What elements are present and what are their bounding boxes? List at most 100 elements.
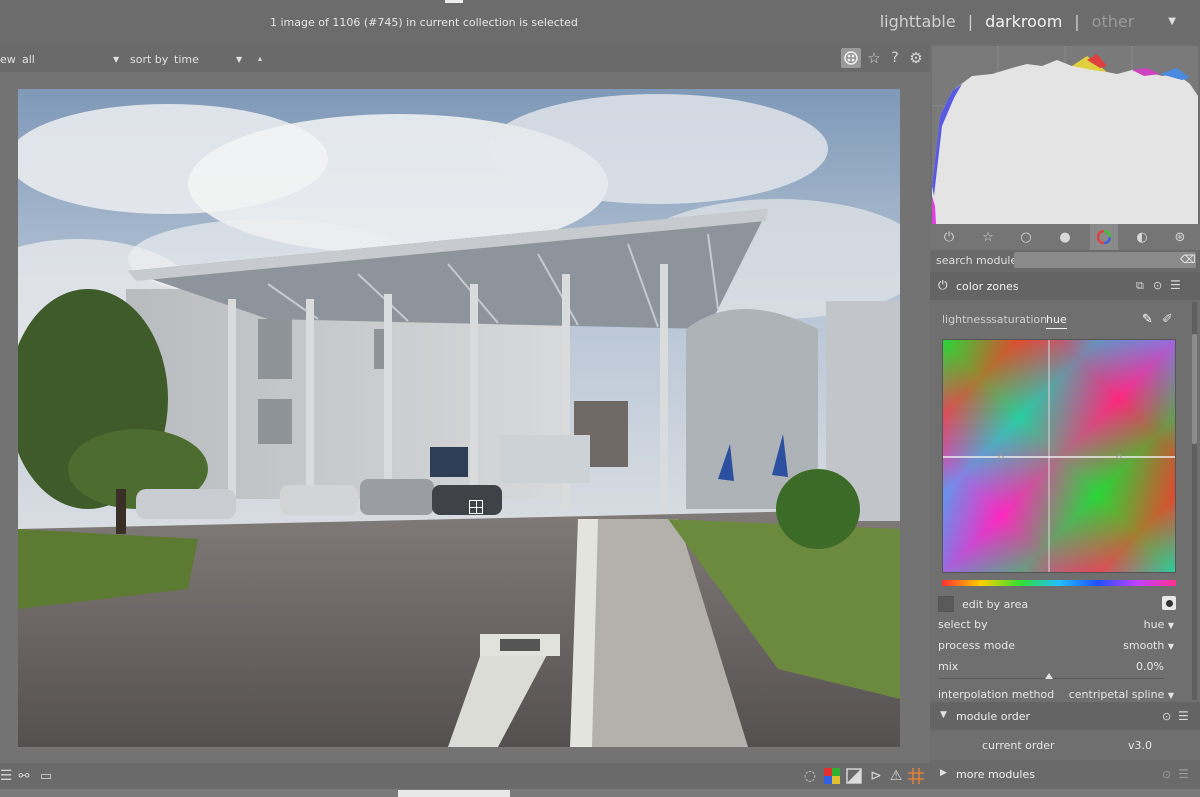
presets-icon[interactable]: ☰ bbox=[1178, 767, 1189, 781]
select-by-label: select by bbox=[938, 618, 988, 631]
more-modules-header[interactable]: ▶ more modules ⊙ ☰ bbox=[930, 760, 1200, 789]
module-group-tabs: ⏻ ☆ ○ ● ◐ ⊛ bbox=[930, 224, 1200, 250]
search-module-label: search module bbox=[936, 254, 1018, 267]
interpolation-label: interpolation method bbox=[938, 688, 1055, 701]
view-lighttable[interactable]: lighttable bbox=[880, 12, 956, 31]
view-separator: | bbox=[1074, 12, 1080, 31]
more-modules-title: more modules bbox=[956, 768, 1035, 781]
filmstrip-edge bbox=[0, 789, 1200, 797]
gear-icon[interactable]: ⚙ bbox=[906, 48, 926, 68]
select-by-row[interactable]: select by hue ▼ bbox=[938, 618, 1174, 631]
darktable-window: 1 image of 1106 (#745) in current collec… bbox=[0, 0, 1200, 797]
mix-value: 0.0% bbox=[1136, 660, 1164, 673]
chevron-down-icon[interactable]: ▼ bbox=[113, 55, 119, 64]
edit-by-area-checkbox[interactable] bbox=[938, 596, 954, 612]
current-order-row: current order v3.0 bbox=[930, 730, 1200, 760]
chevron-down-icon: ▼ bbox=[1167, 642, 1174, 651]
chevron-down-icon[interactable]: ▼ bbox=[236, 55, 242, 64]
star-icon[interactable]: ☆ bbox=[979, 228, 997, 246]
multi-instance-icon[interactable]: ⧉ bbox=[1136, 279, 1144, 293]
select-by-value[interactable]: hue ▼ bbox=[1144, 618, 1174, 631]
mix-slider-handle[interactable] bbox=[1045, 673, 1053, 679]
circle-icon[interactable]: ○ bbox=[1017, 228, 1035, 246]
chevron-down-icon[interactable]: ▼ bbox=[1168, 16, 1176, 27]
help-icon[interactable]: ? bbox=[885, 48, 905, 68]
presets-icon[interactable]: ☰ bbox=[1170, 278, 1181, 292]
histogram-plot bbox=[932, 46, 1198, 224]
right-panel: ⏻ ☆ ○ ● ◐ ⊛ search module ⌫ ⏻ color zone… bbox=[930, 44, 1200, 789]
show-mask-toggle[interactable] bbox=[1162, 596, 1176, 610]
sphere-icon[interactable]: ● bbox=[1056, 228, 1074, 246]
chevron-down-icon: ▼ bbox=[1167, 691, 1174, 700]
clear-icon[interactable]: ⌫ bbox=[1180, 253, 1196, 266]
view-filter-value[interactable]: all bbox=[22, 53, 35, 66]
chevron-down-icon[interactable]: ▼ bbox=[940, 710, 947, 720]
reset-icon[interactable]: ⊙ bbox=[1162, 768, 1171, 781]
hue-curve-graph[interactable] bbox=[942, 339, 1176, 573]
styles-icon[interactable]: ⚯ bbox=[14, 766, 34, 786]
presets-icon[interactable]: ☰ bbox=[1178, 709, 1189, 723]
edit-by-area-label: edit by area bbox=[962, 598, 1029, 611]
tab-hue[interactable]: hue bbox=[1046, 313, 1067, 329]
process-mode-value[interactable]: smooth ▼ bbox=[1123, 639, 1174, 652]
process-mode-label: process mode bbox=[938, 639, 1015, 652]
view-filter-label: ew bbox=[0, 53, 16, 66]
top-header: 1 image of 1106 (#745) in current collec… bbox=[0, 0, 1200, 44]
reset-icon[interactable]: ⊙ bbox=[1153, 279, 1162, 292]
guides-icon[interactable] bbox=[906, 766, 926, 786]
hue-gradient bbox=[943, 340, 1175, 572]
histogram[interactable] bbox=[932, 46, 1198, 224]
module-order-header[interactable]: ▼ module order ⊙ ☰ bbox=[930, 702, 1200, 730]
color-assess-icon[interactable] bbox=[822, 766, 842, 786]
softproof-icon[interactable] bbox=[844, 766, 864, 786]
view-switcher: lighttable | darkroom | other ▼ bbox=[880, 12, 1176, 31]
contrast-icon[interactable]: ◐ bbox=[1133, 228, 1151, 246]
focus-peaking-icon[interactable] bbox=[841, 48, 861, 68]
mix-label: mix bbox=[938, 660, 959, 673]
sort-label: sort by bbox=[130, 53, 169, 66]
sort-value[interactable]: time bbox=[174, 53, 199, 66]
chevron-right-icon[interactable]: ▶ bbox=[940, 768, 947, 778]
module-title: color zones bbox=[956, 280, 1019, 293]
current-order-value: v3.0 bbox=[1128, 739, 1153, 752]
color-zones-header[interactable]: ⏻ color zones ⧉ ⊙ ☰ bbox=[930, 272, 1200, 300]
area-picker-icon[interactable]: ✐ bbox=[1162, 312, 1173, 327]
process-mode-row[interactable]: process mode smooth ▼ bbox=[938, 639, 1174, 652]
interpolation-row[interactable]: interpolation method centripetal spline … bbox=[938, 688, 1174, 701]
lens-icon[interactable]: ⊛ bbox=[1171, 228, 1189, 246]
color-picker-icon[interactable]: ✎ bbox=[1142, 312, 1153, 327]
current-order-label: current order bbox=[982, 739, 1055, 752]
bottom-toolbar: ☰ ⚯ ▭ ◌ ⊳ ⚠ bbox=[0, 763, 930, 789]
top-panel-toggle[interactable] bbox=[445, 0, 463, 3]
gamut-icon[interactable]: ⊳ bbox=[866, 766, 886, 786]
photo-preview[interactable] bbox=[18, 89, 900, 747]
reset-icon[interactable]: ⊙ bbox=[1162, 710, 1171, 723]
selection-status: 1 image of 1106 (#745) in current collec… bbox=[270, 16, 578, 29]
warning-icon[interactable]: ⚠ bbox=[886, 766, 906, 786]
photo-image bbox=[18, 89, 900, 747]
view-other[interactable]: other bbox=[1092, 12, 1135, 31]
color-wheel-icon[interactable] bbox=[1090, 224, 1118, 250]
search-module-row: search module ⌫ bbox=[930, 250, 1200, 272]
hue-strip bbox=[942, 580, 1176, 586]
power-icon[interactable]: ⏻ bbox=[940, 228, 958, 246]
filter-bar: ew all ▼ sort by time ▼ ▴ ☆ ? ⚙ bbox=[0, 44, 930, 72]
tab-saturation[interactable]: saturation bbox=[991, 313, 1047, 326]
power-icon[interactable]: ⏻ bbox=[938, 278, 948, 293]
mix-slider-row[interactable]: mix 0.0% bbox=[938, 660, 1174, 673]
view-darkroom[interactable]: darkroom bbox=[985, 12, 1062, 31]
color-zones-body: lightness saturation hue ✎ ✐ edit by are… bbox=[930, 300, 1190, 702]
sort-order-toggle[interactable]: ▴ bbox=[258, 54, 262, 63]
bulb-icon[interactable]: ◌ bbox=[800, 766, 820, 786]
display-icon[interactable]: ▭ bbox=[36, 766, 56, 786]
panel-scroll-thumb[interactable] bbox=[1192, 334, 1197, 444]
chevron-down-icon: ▼ bbox=[1167, 621, 1174, 630]
focus-crosshair bbox=[469, 500, 483, 514]
interpolation-value[interactable]: centripetal spline ▼ bbox=[1069, 688, 1174, 701]
darkroom-center-view bbox=[0, 72, 930, 763]
bottom-panel-toggle[interactable] bbox=[398, 790, 510, 797]
star-icon[interactable]: ☆ bbox=[864, 48, 884, 68]
tab-lightness[interactable]: lightness bbox=[942, 313, 992, 326]
search-module-input[interactable] bbox=[1014, 252, 1196, 268]
module-order-title: module order bbox=[956, 710, 1031, 723]
